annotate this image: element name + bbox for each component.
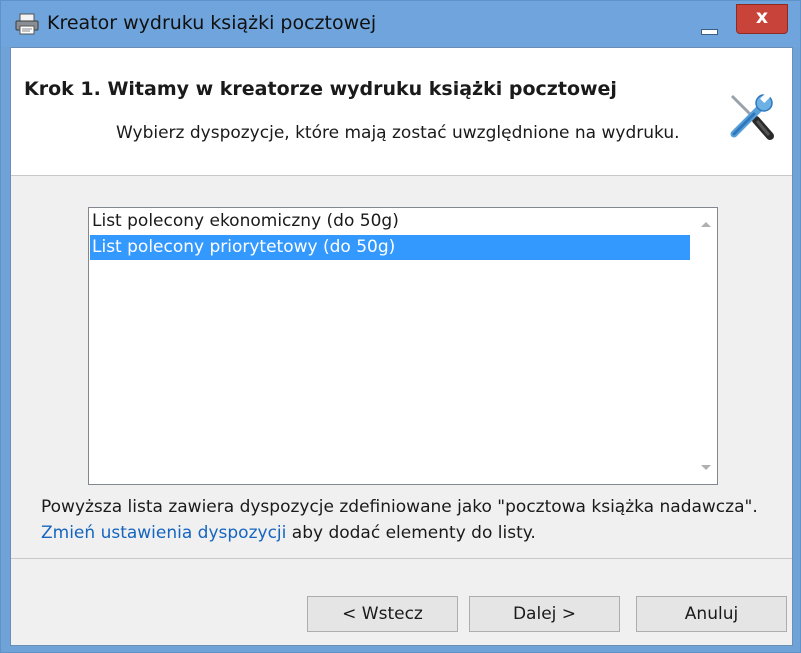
step-subtitle: Wybierz dyspozycje, które mają zostać uw…: [116, 123, 680, 143]
cancel-button[interactable]: Anuluj: [636, 596, 787, 632]
title-bar[interactable]: Kreator wydruku książki pocztowej x: [1, 1, 800, 47]
footer-divider: [11, 558, 792, 559]
tools-icon: [730, 92, 774, 140]
step-title: Krok 1. Witamy w kreatorze wydruku książ…: [24, 78, 617, 100]
dispositions-listbox[interactable]: List polecony ekonomiczny (do 50g) List …: [88, 207, 718, 485]
info-text-line2-rest: aby dodać elementy do listy.: [286, 523, 536, 543]
list-item-selected[interactable]: List polecony priorytetowy (do 50g): [90, 235, 690, 260]
scroll-up-icon[interactable]: [701, 222, 711, 227]
scroll-down-icon[interactable]: [701, 465, 711, 470]
minimize-button[interactable]: [693, 16, 723, 40]
wizard-header: Krok 1. Witamy w kreatorze wydruku książ…: [11, 48, 792, 176]
wizard-window: Kreator wydruku książki pocztowej x Krok…: [0, 0, 801, 653]
list-scrollbar[interactable]: [696, 208, 717, 484]
info-text-line1: Powyższa lista zawiera dyspozycje zdefin…: [41, 497, 758, 517]
close-button[interactable]: x: [736, 4, 788, 34]
change-dispositions-link[interactable]: Zmień ustawienia dyspozycji: [41, 523, 286, 543]
close-icon: x: [755, 6, 769, 28]
next-button[interactable]: Dalej >: [469, 596, 620, 632]
minimize-icon: [701, 29, 718, 35]
printer-icon: [15, 13, 39, 35]
info-text-line2: Zmień ustawienia dyspozycji aby dodać el…: [41, 523, 536, 543]
back-button[interactable]: < Wstecz: [307, 596, 458, 632]
list-item[interactable]: List polecony ekonomiczny (do 50g): [90, 209, 690, 234]
window-title: Kreator wydruku książki pocztowej: [47, 12, 377, 34]
wizard-body: Krok 1. Witamy w kreatorze wydruku książ…: [10, 47, 793, 646]
